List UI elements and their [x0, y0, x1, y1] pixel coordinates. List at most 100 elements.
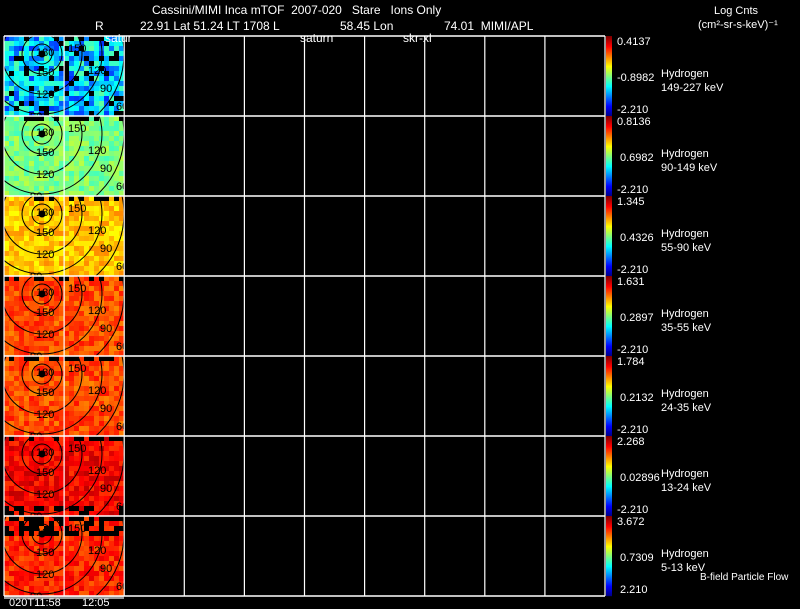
heatmap-cell — [29, 451, 34, 456]
contour-label: 150 — [36, 147, 54, 159]
heatmap-cell — [4, 481, 9, 486]
heatmap-cell — [54, 336, 59, 341]
heatmap-cell — [114, 396, 119, 401]
heatmap-cell — [94, 131, 99, 136]
heatmap-cell — [109, 56, 114, 61]
heatmap-cell — [14, 421, 19, 426]
heatmap-cell — [109, 361, 114, 366]
heatmap-cell — [9, 256, 14, 261]
heatmap-cell — [104, 206, 109, 211]
heatmap-cell — [19, 41, 24, 46]
heatmap-cell — [19, 396, 24, 401]
heatmap-cell — [99, 576, 104, 581]
heatmap-cell — [109, 536, 114, 541]
heatmap-cell — [89, 296, 94, 301]
heatmap-cell — [14, 381, 19, 386]
heatmap-cell — [64, 236, 69, 241]
heatmap-cell — [89, 126, 94, 131]
heatmap-cell — [19, 281, 24, 286]
heatmap-cell — [9, 151, 14, 156]
heatmap-cell — [4, 81, 9, 86]
heatmap-cell — [109, 151, 114, 156]
heatmap-cell — [109, 46, 114, 51]
energy-label: 149-227 keV — [661, 82, 724, 94]
heatmap-cell — [24, 476, 29, 481]
heatmap-cell — [24, 76, 29, 81]
heatmap-cell — [49, 201, 54, 206]
heatmap-cell — [94, 331, 99, 336]
heatmap-cell — [84, 81, 89, 86]
heatmap-cell — [79, 581, 84, 586]
heatmap-cell — [79, 81, 84, 86]
heatmap-cell — [64, 226, 69, 231]
heatmap-cell — [24, 556, 29, 561]
heatmap-cell — [69, 386, 74, 391]
contour-label: 120 — [36, 569, 54, 581]
heatmap-cell — [4, 131, 9, 136]
heatmap-cell — [4, 536, 9, 541]
heatmap-cell — [69, 166, 74, 171]
heatmap-cell — [34, 561, 39, 566]
heatmap-cell — [69, 56, 74, 61]
heatmap-cell — [9, 471, 14, 476]
heatmap-cell — [119, 371, 124, 376]
lon-value-info: 74.01 MIMI/APL — [444, 19, 534, 33]
heatmap-cell — [4, 476, 9, 481]
heatmap-cell — [19, 551, 24, 556]
heatmap-cell — [79, 91, 84, 96]
heatmap-cell — [69, 336, 74, 341]
heatmap-cell — [29, 41, 34, 46]
heatmap-cell — [54, 286, 59, 291]
heatmap-cell — [69, 326, 74, 331]
heatmap-cell — [54, 576, 59, 581]
heatmap-cell — [4, 121, 9, 126]
heatmap-cell — [64, 571, 69, 576]
heatmap-cell — [4, 236, 9, 241]
heatmap-cell — [79, 411, 84, 416]
contour-label: 120 — [36, 489, 54, 501]
heatmap-cell — [104, 256, 109, 261]
energy-label: 13-24 keV — [661, 482, 712, 494]
heatmap-cell — [119, 56, 124, 61]
heatmap-cell — [69, 381, 74, 386]
heatmap-cell — [69, 461, 74, 466]
heatmap-cell — [19, 316, 24, 321]
heatmap-cell — [69, 96, 74, 101]
heatmap-cell — [4, 461, 9, 466]
heatmap-cell — [49, 521, 54, 526]
heatmap-cell — [49, 41, 54, 46]
contour-label: 150 — [36, 467, 54, 479]
heatmap-cell — [69, 561, 74, 566]
heatmap-cell — [104, 51, 109, 56]
heatmap-cell — [19, 576, 24, 581]
heatmap-cell — [94, 176, 99, 181]
heatmap-cell — [59, 336, 64, 341]
heatmap-cell — [29, 566, 34, 571]
heatmap-cell — [89, 216, 94, 221]
heatmap-cell — [54, 426, 59, 431]
heatmap-cell — [104, 441, 109, 446]
heatmap-cell — [119, 456, 124, 461]
heatmap-cell — [24, 101, 29, 106]
heatmap-cell — [24, 206, 29, 211]
heatmap-cell — [24, 586, 29, 591]
heatmap-cell — [14, 366, 19, 371]
heatmap-cell — [14, 416, 19, 421]
heatmap-cell — [109, 101, 114, 106]
heatmap-cell — [64, 311, 69, 316]
contour-label: 150 — [68, 203, 86, 215]
heatmap-cell — [19, 306, 24, 311]
heatmap-cell — [14, 176, 19, 181]
heatmap-cell — [59, 471, 64, 476]
heatmap-cell — [114, 391, 119, 396]
heatmap-cell — [4, 76, 9, 81]
heatmap-cell — [9, 566, 14, 571]
heatmap-cell — [39, 281, 44, 286]
colorbar-min-label: -2.210 — [617, 344, 649, 356]
heatmap-cell — [69, 246, 74, 251]
heatmap-cell — [59, 76, 64, 81]
heatmap-cell — [69, 551, 74, 556]
heatmap-cell — [29, 406, 34, 411]
heatmap-cell — [69, 406, 74, 411]
heatmap-cell — [14, 376, 19, 381]
